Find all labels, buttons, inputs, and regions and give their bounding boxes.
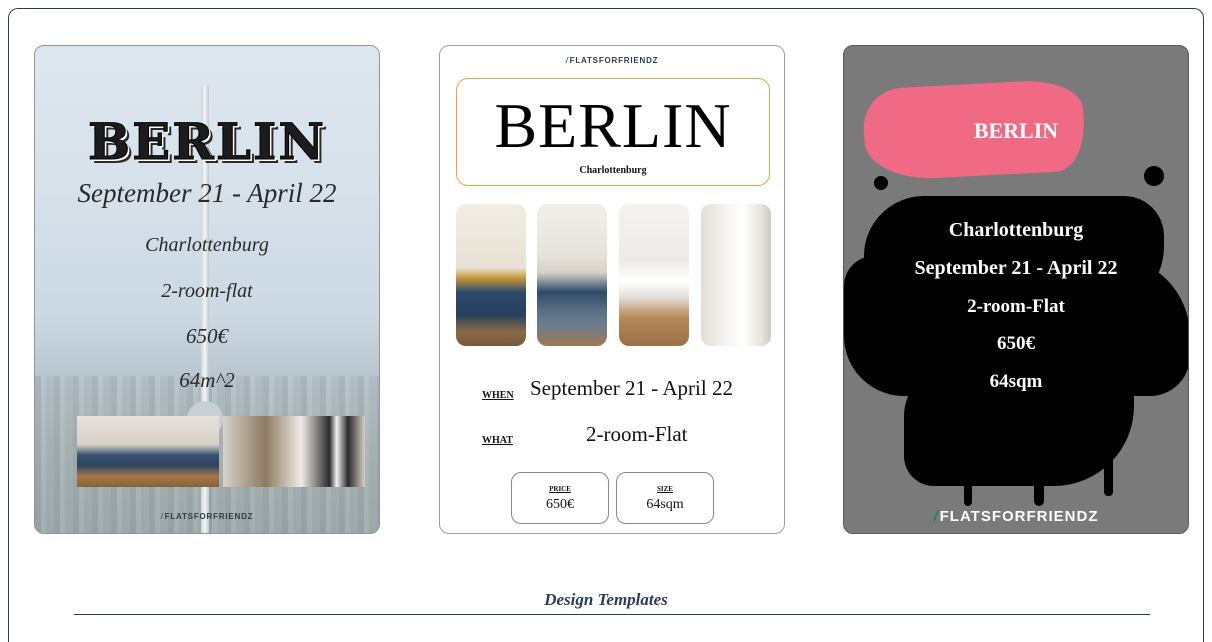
ink-drip xyxy=(964,456,972,506)
title-box: BERLIN Charlottenburg xyxy=(456,78,770,186)
ink-drip xyxy=(1104,426,1113,496)
logo-slash-icon: / xyxy=(160,512,164,521)
what-value: 2-room-Flat xyxy=(586,422,688,446)
price-box: PRICE 650€ xyxy=(511,472,609,524)
city-title: BERLIN xyxy=(494,90,732,161)
bedroom-photo xyxy=(77,416,219,487)
brand-logo: /FLATSFORFRIENDZ xyxy=(160,512,254,521)
room-photo-1 xyxy=(456,204,526,346)
brand-logo: /FLATSFORFRIENDZ xyxy=(933,508,1099,525)
district-text: Charlottenburg xyxy=(579,165,647,176)
room-photo-2 xyxy=(537,204,607,346)
room-photo-3 xyxy=(619,204,689,346)
logo-slash-icon: / xyxy=(933,508,939,525)
divider xyxy=(74,614,1150,615)
ink-dot xyxy=(1144,166,1164,186)
price-label: PRICE xyxy=(549,485,571,493)
when-label: WHEN xyxy=(482,390,514,401)
city-title: BERLIN xyxy=(973,118,1059,143)
template-card-photo[interactable]: BERLIN September 21 - April 22 Charlotte… xyxy=(34,45,380,534)
flat-type-text: 2-room-flat xyxy=(161,280,253,302)
what-label: WHAT xyxy=(482,435,513,446)
price-value: 650€ xyxy=(546,497,574,512)
template-card-grunge[interactable]: BERLIN Charlottenburg September 21 - Apr… xyxy=(843,45,1189,534)
size-box: SIZE 64sqm xyxy=(616,472,714,524)
template-card-clean[interactable]: /FLATSFORFRIENDZ BERLIN Charlottenburg W… xyxy=(439,45,785,534)
brand-logo: /FLATSFORFRIENDZ xyxy=(565,56,659,65)
room-photo-4 xyxy=(701,204,771,346)
district-text: Charlottenburg xyxy=(948,219,1084,241)
size-text: 64sqm xyxy=(989,371,1043,392)
ink-dot xyxy=(874,176,888,190)
size-text: 64m^2 xyxy=(179,368,235,392)
dates-text: September 21 - April 22 xyxy=(77,178,337,208)
city-title: BERLIN xyxy=(87,112,327,172)
size-label: SIZE xyxy=(657,485,673,493)
size-value: 64sqm xyxy=(646,497,684,512)
kitchen-photo xyxy=(223,416,365,487)
section-caption: Design Templates xyxy=(544,590,668,609)
price-text: 650€ xyxy=(186,324,228,348)
logo-slash-icon: / xyxy=(565,56,569,65)
dates-text: September 21 - April 22 xyxy=(914,257,1118,279)
when-value: September 21 - April 22 xyxy=(530,376,733,400)
ink-drip xyxy=(1034,446,1044,506)
price-text: 650€ xyxy=(997,333,1035,354)
flat-type-text: 2-room-Flat xyxy=(967,296,1065,317)
district-text: Charlottenburg xyxy=(145,234,269,256)
